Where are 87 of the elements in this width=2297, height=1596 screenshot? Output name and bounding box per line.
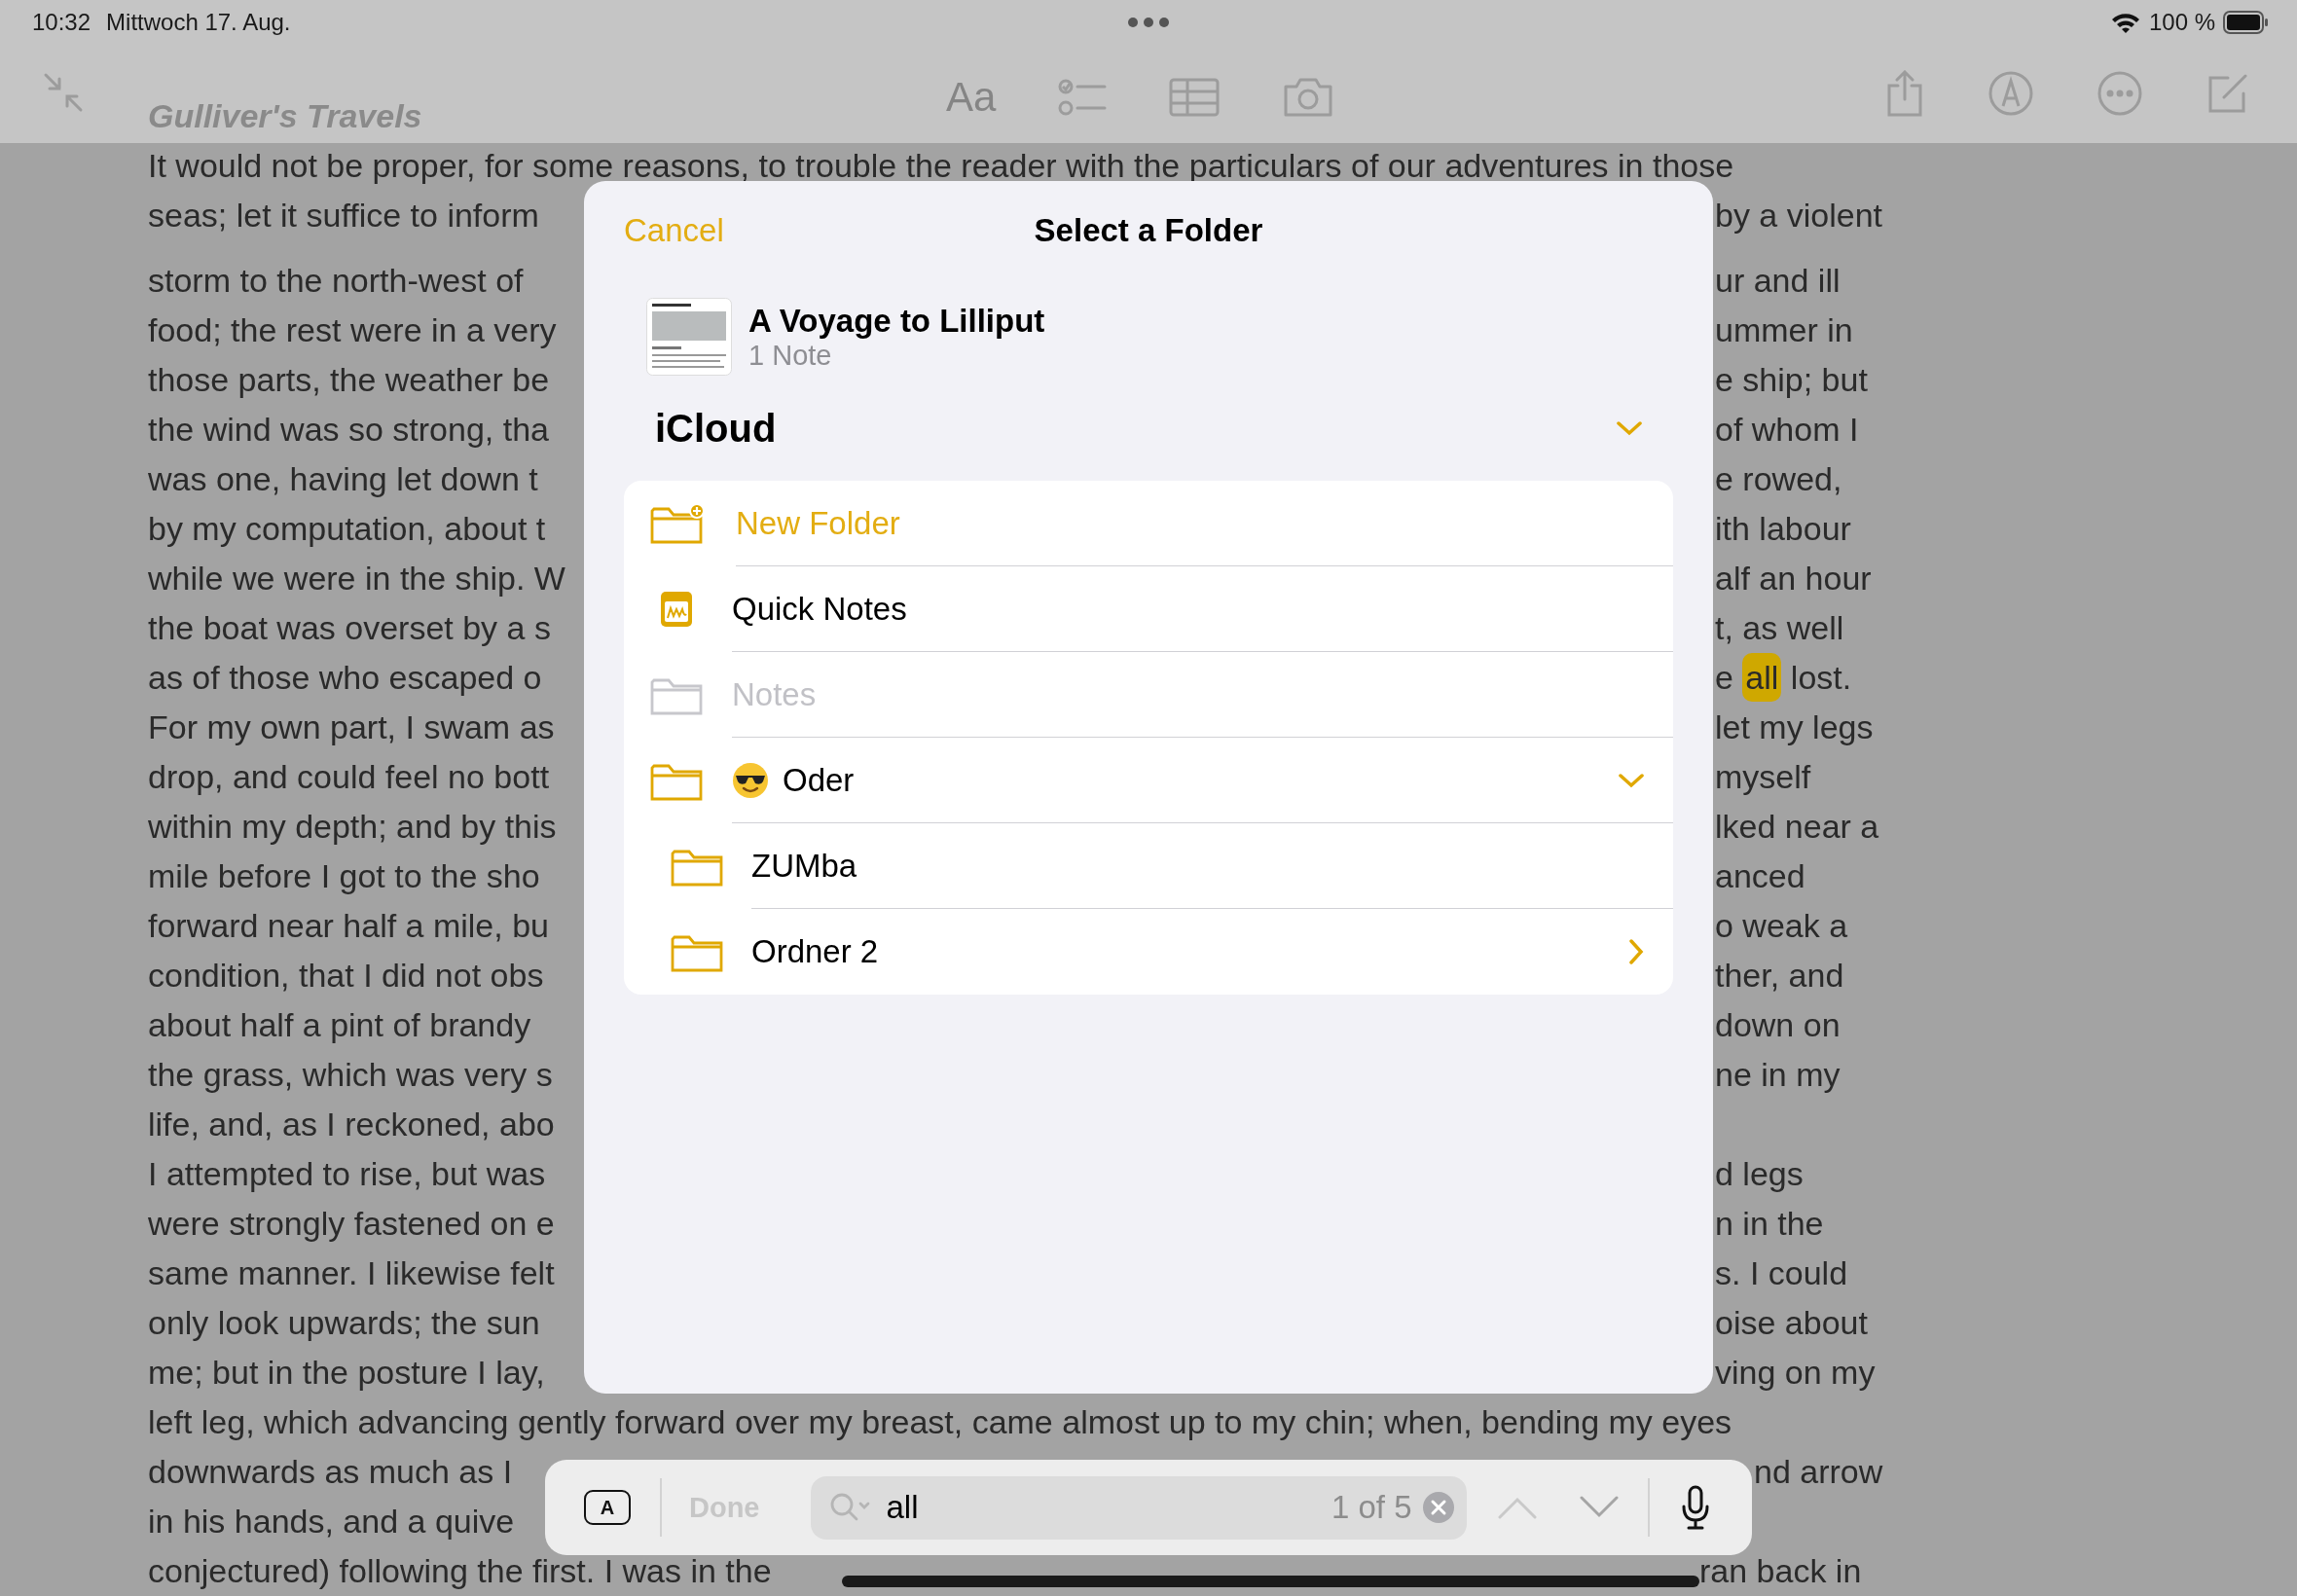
clear-button[interactable]: [1421, 1491, 1455, 1524]
text-line-fragment: storm to the north-west of: [148, 262, 524, 299]
text-line-fragment: me; but in the posture I lay,: [148, 1354, 545, 1391]
text-line-fragment: by my computation, about t: [148, 510, 546, 547]
text-line-fragment: ving on my: [1715, 1354, 1876, 1391]
text-line-fragment: ith labour: [1715, 510, 1851, 547]
text-line-fragment: lked near a: [1715, 808, 1879, 845]
search-query-input[interactable]: all: [884, 1488, 1322, 1527]
pen-tip-icon[interactable]: [1988, 71, 2033, 116]
status-time: 10:32: [32, 9, 91, 36]
text-line-fragment: ne in my: [1715, 1056, 1841, 1093]
text-line-fragment: condition, that I did not obs: [148, 957, 544, 994]
text-line-fragment: drop, and could feel no bott: [148, 758, 550, 795]
text-line-fragment: in his hands, and a quive: [148, 1503, 515, 1540]
text-line-fragment: e ship; but: [1715, 361, 1868, 398]
text-line-fragment: I attempted to rise, but was: [148, 1155, 546, 1192]
match-count: 1 of 5: [1331, 1489, 1412, 1526]
text-line-fragment: down on: [1715, 1006, 1841, 1043]
text-line-fragment: of whom I: [1715, 411, 1859, 448]
text-format-key[interactable]: A: [584, 1490, 631, 1525]
home-indicator[interactable]: [842, 1576, 1699, 1587]
folder-name[interactable]: ZUMba: [751, 847, 1644, 885]
text-line-fragment: For my own part, I swam as: [148, 708, 555, 745]
text-line-fragment: anced: [1715, 857, 1805, 894]
text-line-fragment: while we were in the ship. W: [148, 560, 565, 597]
text-line-fragment: the wind was so strong, tha: [148, 411, 549, 448]
text-line-fragment: e all lost.: [1715, 653, 1852, 702]
multitasking-dots-icon[interactable]: [1127, 17, 1170, 28]
text-line-fragment: e rowed,: [1715, 460, 1842, 497]
text-line-fragment: n in the: [1715, 1205, 1824, 1242]
text-line-fragment: nd arrow: [1754, 1453, 1883, 1490]
folder-name[interactable]: Oder: [783, 761, 1605, 799]
status-date: Mittwoch 17. Aug.: [106, 9, 291, 36]
text-line-fragment: forward near half a mile, bu: [148, 907, 549, 944]
text-line-fragment: ur and ill: [1715, 262, 1841, 299]
chevron-icon[interactable]: [1628, 939, 1644, 964]
battery-percentage: 100 %: [2148, 9, 2215, 36]
text-line-fragment: by a violent: [1715, 197, 1882, 234]
folder-name[interactable]: Ordner 2: [751, 933, 1615, 970]
next-match-button[interactable]: [1579, 1496, 1619, 1519]
account-header[interactable]: iCloud: [655, 406, 777, 451]
text-line: left leg, which advancing gently forward over my breast, came almost up to my chin; when, bending my eyes: [148, 1403, 1732, 1440]
text-line-fragment: t, as well: [1715, 609, 1844, 646]
text-line-fragment: those parts, the weather be: [148, 361, 550, 398]
text-line: It would not be proper, for some reasons, to trouble the reader with the particulars of our adventures in those: [148, 147, 1734, 184]
text-line-fragment: the boat was overset by a s: [148, 609, 551, 646]
text-line-fragment: alf an hour: [1715, 560, 1872, 597]
text-line-fragment: seas; let it suffice to inform: [148, 197, 539, 234]
camera-icon[interactable]: [1282, 77, 1335, 118]
text-line-fragment: about half a pint of brandy: [148, 1006, 531, 1043]
text-line-fragment: food; the rest were in a very: [148, 311, 557, 348]
battery-icon: [2223, 11, 2270, 34]
text-line-fragment: o weak a: [1715, 907, 1848, 944]
text-line-fragment: life, and, as I reckoned, abo: [148, 1106, 555, 1143]
text-line-fragment: only look upwards; the sun: [148, 1304, 540, 1341]
search-field[interactable]: all 1 of 5: [810, 1475, 1467, 1540]
more-icon[interactable]: [2097, 71, 2142, 116]
text-line-fragment: d legs: [1715, 1155, 1804, 1192]
text-line-fragment: the grass, which was very s: [148, 1056, 553, 1093]
text-line-fragment: mile before I got to the sho: [148, 857, 540, 894]
collapse-arrows-icon[interactable]: [43, 72, 84, 113]
sheet-title: Select a Folder: [1034, 212, 1263, 249]
note-name: A Voyage to Lilliput: [748, 302, 1045, 340]
text-line-fragment: same manner. I likewise felt: [148, 1254, 555, 1291]
chevron-icon[interactable]: [1619, 772, 1644, 788]
text-line-fragment: myself: [1715, 758, 1811, 795]
chevron-icon[interactable]: [1617, 420, 1642, 436]
text-line-fragment: as of those who escaped o: [148, 659, 542, 696]
share-icon[interactable]: [1885, 70, 1924, 117]
text-line-fragment: within my depth; and by this: [148, 808, 557, 845]
text-line-fragment: let my legs: [1715, 708, 1874, 745]
text-line-fragment: oise about: [1715, 1304, 1868, 1341]
compose-icon[interactable]: [2206, 72, 2249, 115]
text-line-fragment: conjectured) following the first. I was in the: [148, 1552, 772, 1589]
text-line-fragment: was one, having let down t: [148, 460, 538, 497]
text-line-fragment: downwards as much as I: [148, 1453, 513, 1490]
text-line-fragment: were strongly fastened on e: [148, 1205, 555, 1242]
table-icon[interactable]: [1169, 78, 1221, 117]
folder-name[interactable]: Quick Notes: [732, 590, 1644, 628]
text-line-fragment: s. I could: [1715, 1254, 1848, 1291]
note-title: Gulliver's Travels: [148, 96, 422, 136]
text-line-fragment: ther, and: [1715, 957, 1844, 994]
text-line-fragment: ummer in: [1715, 311, 1853, 348]
microphone-icon[interactable]: [1680, 1485, 1710, 1530]
note-count: 1 Note: [748, 339, 833, 372]
text-line-fragment: ran back in: [1699, 1552, 1862, 1589]
checklist-icon[interactable]: [1058, 77, 1108, 118]
